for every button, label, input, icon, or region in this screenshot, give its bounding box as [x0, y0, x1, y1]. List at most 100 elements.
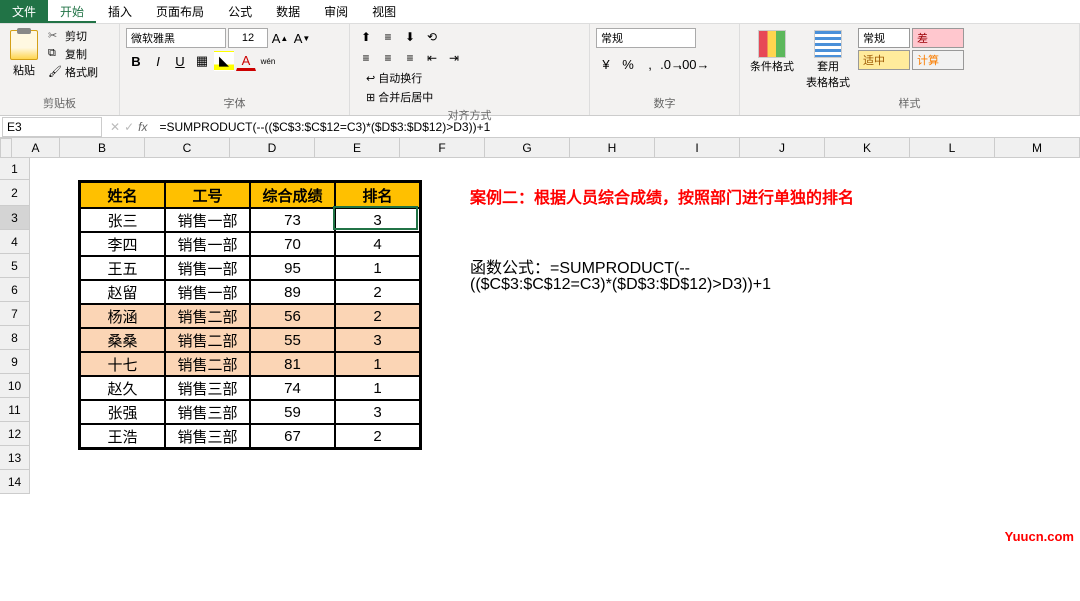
col-header-I[interactable]: I — [655, 138, 740, 158]
tab-data[interactable]: 数据 — [264, 0, 312, 23]
tab-insert[interactable]: 插入 — [96, 0, 144, 23]
bold-button[interactable]: B — [126, 51, 146, 71]
table-cell[interactable]: 81 — [250, 352, 335, 376]
row-header-6[interactable]: 6 — [0, 278, 30, 302]
table-cell[interactable]: 74 — [250, 376, 335, 400]
table-cell[interactable]: 杨涵 — [80, 304, 165, 328]
row-header-9[interactable]: 9 — [0, 350, 30, 374]
conditional-format-button[interactable]: 条件格式 — [746, 28, 798, 76]
table-cell[interactable]: 销售一部 — [165, 208, 250, 232]
table-cell[interactable]: 销售一部 — [165, 280, 250, 304]
table-cell[interactable]: 赵久 — [80, 376, 165, 400]
col-header-E[interactable]: E — [315, 138, 400, 158]
col-header-A[interactable]: A — [12, 138, 60, 158]
row-header-11[interactable]: 11 — [0, 398, 30, 422]
underline-button[interactable]: U — [170, 51, 190, 71]
align-middle-button[interactable]: ≡ — [378, 28, 398, 46]
table-cell[interactable]: 十七 — [80, 352, 165, 376]
table-cell[interactable]: 73 — [250, 208, 335, 232]
number-format-select[interactable] — [596, 28, 696, 48]
tab-view[interactable]: 视图 — [360, 0, 408, 23]
align-left-button[interactable]: ≡ — [356, 49, 376, 67]
font-color-button[interactable]: A — [236, 51, 256, 71]
table-cell[interactable]: 李四 — [80, 232, 165, 256]
phonetic-button[interactable]: wén — [258, 51, 278, 71]
formula-input[interactable] — [153, 120, 1080, 134]
table-cell[interactable]: 王五 — [80, 256, 165, 280]
format-painter-button[interactable]: 🖌格式刷 — [48, 64, 98, 80]
col-header-J[interactable]: J — [740, 138, 825, 158]
border-button[interactable]: ▦ — [192, 51, 212, 71]
table-cell[interactable]: 销售一部 — [165, 232, 250, 256]
tab-page-layout[interactable]: 页面布局 — [144, 0, 216, 23]
select-all-corner[interactable] — [0, 138, 12, 158]
row-header-8[interactable]: 8 — [0, 326, 30, 350]
style-calc[interactable]: 计算 — [912, 50, 964, 70]
col-header-K[interactable]: K — [825, 138, 910, 158]
increase-font-button[interactable]: A▲ — [270, 28, 290, 48]
table-cell[interactable]: 销售三部 — [165, 400, 250, 424]
paste-button[interactable]: 粘贴 — [4, 26, 44, 82]
tab-formulas[interactable]: 公式 — [216, 0, 264, 23]
font-name-select[interactable] — [126, 28, 226, 48]
cell-styles-gallery[interactable]: 常规 差 适中 计算 — [858, 28, 964, 70]
table-cell[interactable]: 张三 — [80, 208, 165, 232]
row-header-13[interactable]: 13 — [0, 446, 30, 470]
row-header-1[interactable]: 1 — [0, 158, 30, 180]
name-box[interactable] — [2, 117, 102, 137]
style-neutral[interactable]: 适中 — [858, 50, 910, 70]
percent-button[interactable]: % — [618, 54, 638, 74]
row-header-10[interactable]: 10 — [0, 374, 30, 398]
table-cell[interactable]: 销售二部 — [165, 352, 250, 376]
table-cell[interactable]: 销售三部 — [165, 424, 250, 448]
table-cell[interactable]: 1 — [335, 376, 420, 400]
table-cell[interactable]: 张强 — [80, 400, 165, 424]
table-cell[interactable]: 赵留 — [80, 280, 165, 304]
col-header-M[interactable]: M — [995, 138, 1080, 158]
tab-home[interactable]: 开始 — [48, 0, 96, 23]
col-header-G[interactable]: G — [485, 138, 570, 158]
row-header-3[interactable]: 3 — [0, 206, 30, 230]
fill-color-button[interactable]: ◣ — [214, 51, 234, 71]
align-center-button[interactable]: ≡ — [378, 49, 398, 67]
row-header-2[interactable]: 2 — [0, 180, 30, 206]
table-cell[interactable]: 2 — [335, 280, 420, 304]
wrap-text-button[interactable]: ↩自动换行 — [362, 70, 437, 86]
table-cell[interactable]: 59 — [250, 400, 335, 424]
col-header-C[interactable]: C — [145, 138, 230, 158]
table-cell[interactable]: 2 — [335, 424, 420, 448]
table-cell[interactable]: 1 — [335, 256, 420, 280]
table-cell[interactable]: 55 — [250, 328, 335, 352]
table-cell[interactable]: 2 — [335, 304, 420, 328]
table-cell[interactable]: 56 — [250, 304, 335, 328]
table-cell[interactable]: 销售三部 — [165, 376, 250, 400]
col-header-L[interactable]: L — [910, 138, 995, 158]
format-table-button[interactable]: 套用 表格格式 — [802, 28, 854, 92]
row-header-7[interactable]: 7 — [0, 302, 30, 326]
comma-button[interactable]: , — [640, 54, 660, 74]
table-cell[interactable]: 95 — [250, 256, 335, 280]
copy-button[interactable]: ⧉复制 — [48, 46, 98, 62]
decrease-indent-button[interactable]: ⇤ — [422, 49, 442, 67]
table-cell[interactable]: 89 — [250, 280, 335, 304]
fx-icon[interactable]: fx — [138, 120, 147, 134]
tab-file[interactable]: 文件 — [0, 0, 48, 23]
table-cell[interactable]: 销售一部 — [165, 256, 250, 280]
table-cell[interactable]: 王浩 — [80, 424, 165, 448]
table-cell[interactable]: 桑桑 — [80, 328, 165, 352]
align-bottom-button[interactable]: ⬇ — [400, 28, 420, 46]
decrease-font-button[interactable]: A▼ — [292, 28, 312, 48]
currency-button[interactable]: ¥ — [596, 54, 616, 74]
orientation-button[interactable]: ⟲ — [422, 28, 442, 46]
table-cell[interactable]: 销售二部 — [165, 304, 250, 328]
decrease-decimal-button[interactable]: .00→ — [684, 54, 704, 74]
table-cell[interactable]: 销售二部 — [165, 328, 250, 352]
row-header-4[interactable]: 4 — [0, 230, 30, 254]
row-header-14[interactable]: 14 — [0, 470, 30, 494]
table-cell[interactable]: 1 — [335, 352, 420, 376]
style-bad[interactable]: 差 — [912, 28, 964, 48]
cancel-formula-icon[interactable]: ✕ — [110, 120, 120, 134]
tab-review[interactable]: 审阅 — [312, 0, 360, 23]
table-cell[interactable]: 3 — [335, 328, 420, 352]
table-cell[interactable]: 3 — [335, 400, 420, 424]
